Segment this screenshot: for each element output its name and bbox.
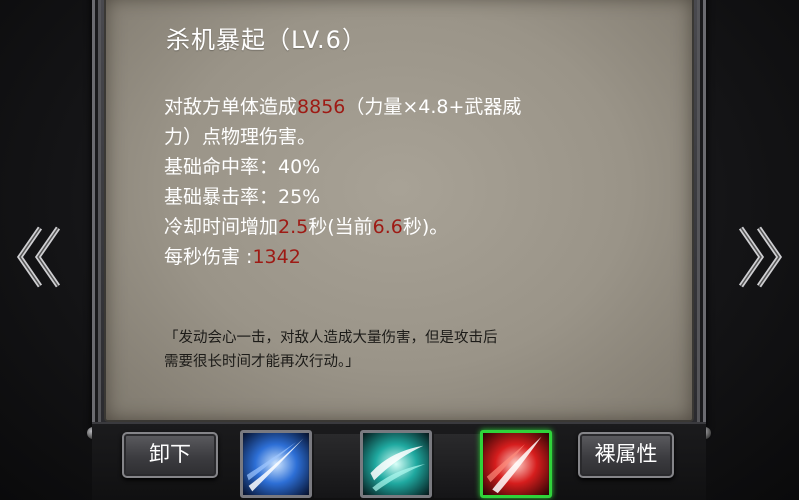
flavor-line-1: 「发动会心一击，对敌人造成大量伤害，但是攻击后 bbox=[164, 330, 498, 346]
dps-value: 1342 bbox=[252, 246, 301, 268]
skill-slot-2[interactable] bbox=[360, 430, 432, 498]
slot-separator bbox=[314, 434, 360, 498]
damage-line-2: 力）点物理伤害。 bbox=[164, 126, 317, 148]
skill-flavor-text: 「发动会心一击，对敌人造成大量伤害，但是攻击后 需要很长时间才能再次行动。」 bbox=[164, 326, 684, 374]
skill-slot-3[interactable] bbox=[480, 430, 552, 498]
slot-separator bbox=[434, 434, 480, 498]
naked-stats-button[interactable]: 裸属性 bbox=[578, 432, 674, 478]
damage-formula: （力量×4.8+武器威 bbox=[345, 96, 522, 118]
blue-slash-icon bbox=[243, 433, 309, 495]
damage-line: 对敌方单体造成8856（力量×4.8+武器威 bbox=[164, 92, 664, 122]
skill-detail-panel: 杀机暴起（LV.6） 对敌方单体造成8856（力量×4.8+武器威 力）点物理伤… bbox=[104, 0, 694, 422]
skill-title: 杀机暴起（LV.6） bbox=[166, 26, 367, 54]
damage-prefix: 对敌方单体造成 bbox=[164, 96, 298, 118]
dps-label: 每秒伤害 : bbox=[164, 246, 253, 268]
cooldown-prefix: 冷却时间增加 bbox=[164, 216, 279, 238]
skill-description: 对敌方单体造成8856（力量×4.8+武器威 力）点物理伤害。 基础命中率：40… bbox=[164, 92, 664, 272]
cooldown-added: 2.5 bbox=[278, 216, 309, 238]
dps-line: 每秒伤害 :1342 bbox=[164, 242, 664, 272]
hit-rate: 基础命中率：40% bbox=[164, 156, 321, 178]
red-slash-icon bbox=[483, 433, 549, 495]
unequip-button[interactable]: 卸下 bbox=[122, 432, 218, 478]
cooldown-line: 冷却时间增加2.5秒(当前6.6秒)。 bbox=[164, 212, 664, 242]
cooldown-mid: 秒(当前 bbox=[308, 216, 373, 238]
skill-slot-1[interactable] bbox=[240, 430, 312, 498]
crit-rate: 基础暴击率：25% bbox=[164, 186, 321, 208]
double-chevron-right-icon[interactable] bbox=[733, 222, 785, 292]
flavor-line-2: 需要很长时间才能再次行动。」 bbox=[164, 354, 360, 370]
damage-value: 8856 bbox=[297, 96, 346, 118]
cooldown-current: 6.6 bbox=[372, 216, 403, 238]
cyan-wind-slash-icon bbox=[363, 433, 429, 495]
cooldown-suffix: 秒)。 bbox=[402, 216, 449, 238]
double-chevron-left-icon[interactable] bbox=[14, 222, 66, 292]
